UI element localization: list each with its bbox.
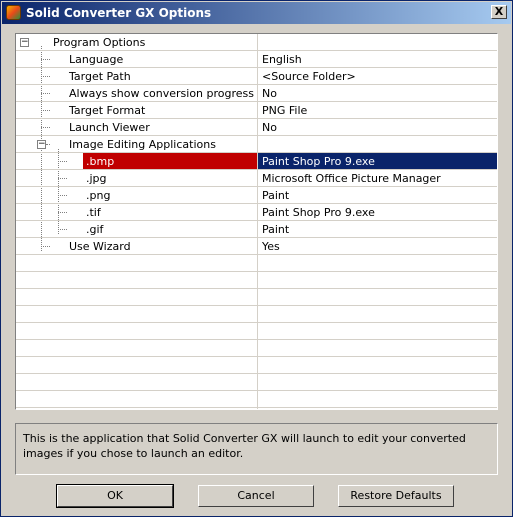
row-label: Image Editing Applications	[69, 138, 216, 151]
row-label: Use Wizard	[69, 240, 131, 253]
tree-row-program-options[interactable]: − Program Options	[16, 34, 497, 51]
row-value: <Source Folder>	[262, 70, 356, 83]
row-label: .jpg	[86, 172, 107, 185]
row-label: .png	[86, 189, 111, 202]
app-icon	[6, 5, 21, 20]
tree-row-jpg[interactable]: .jpg Microsoft Office Picture Manager	[16, 170, 497, 187]
empty-row	[16, 272, 497, 289]
row-label: Always show conversion progress	[69, 87, 255, 100]
collapse-icon[interactable]: −	[37, 140, 46, 149]
title-bar[interactable]: Solid Converter GX Options X	[2, 2, 511, 24]
row-value: Yes	[262, 240, 280, 253]
cancel-button[interactable]: Cancel	[198, 485, 314, 507]
row-label: .tif	[86, 206, 101, 219]
row-value: No	[262, 87, 277, 100]
row-value: Microsoft Office Picture Manager	[262, 172, 441, 185]
options-tree[interactable]: − Program Options Language English Targe…	[15, 33, 498, 410]
row-value: Paint Shop Pro 9.exe	[262, 206, 375, 219]
description-panel: This is the application that Solid Conve…	[15, 423, 498, 475]
row-value: Paint Shop Pro 9.exe	[262, 155, 375, 168]
tree-row-use-wizard[interactable]: Use Wizard Yes	[16, 238, 497, 255]
row-value: Paint	[262, 223, 290, 236]
empty-row	[16, 289, 497, 306]
empty-row	[16, 391, 497, 408]
empty-row	[16, 357, 497, 374]
restore-defaults-button[interactable]: Restore Defaults	[338, 485, 454, 507]
empty-row	[16, 340, 497, 357]
empty-row	[16, 306, 497, 323]
row-label: .gif	[86, 223, 104, 236]
close-button[interactable]: X	[491, 5, 507, 19]
window-title: Solid Converter GX Options	[26, 6, 212, 20]
row-label: Target Format	[69, 104, 146, 117]
row-label: .bmp	[86, 155, 115, 168]
tree-row-show-progress[interactable]: Always show conversion progress No	[16, 85, 497, 102]
row-value: PNG File	[262, 104, 308, 117]
empty-row	[16, 323, 497, 340]
tree-row-target-format[interactable]: Target Format PNG File	[16, 102, 497, 119]
row-label: Program Options	[53, 36, 146, 49]
tree-row-gif[interactable]: .gif Paint	[16, 221, 497, 238]
collapse-icon[interactable]: −	[20, 38, 29, 47]
tree-row-launch-viewer[interactable]: Launch Viewer No	[16, 119, 497, 136]
ok-button[interactable]: OK	[56, 484, 174, 508]
tree-row-bmp[interactable]: .bmp Paint Shop Pro 9.exe	[16, 153, 497, 170]
tree-row-image-editing[interactable]: − Image Editing Applications	[16, 136, 497, 153]
row-value: Paint	[262, 189, 290, 202]
tree-row-tif[interactable]: .tif Paint Shop Pro 9.exe	[16, 204, 497, 221]
row-value: English	[262, 53, 302, 66]
tree-row-png[interactable]: .png Paint	[16, 187, 497, 204]
tree-row-language[interactable]: Language English	[16, 51, 497, 68]
row-value: No	[262, 121, 277, 134]
row-label: Launch Viewer	[69, 121, 150, 134]
tree-row-target-path[interactable]: Target Path <Source Folder>	[16, 68, 497, 85]
empty-row	[16, 374, 497, 391]
row-label: Target Path	[69, 70, 131, 83]
row-label: Language	[69, 53, 124, 66]
empty-row	[16, 255, 497, 272]
